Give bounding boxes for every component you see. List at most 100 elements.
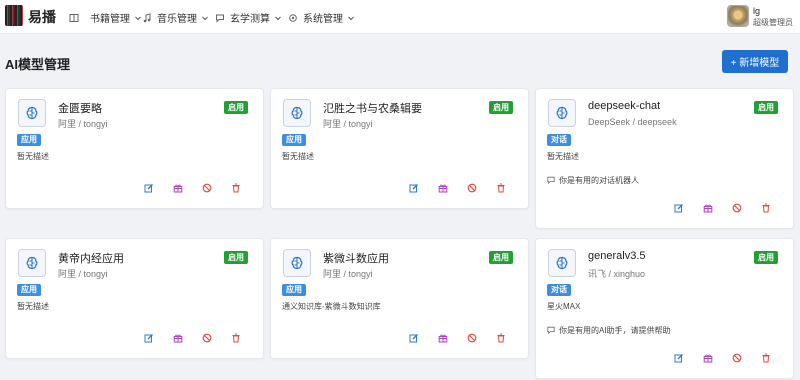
model-icon: [548, 99, 576, 127]
disable-icon[interactable]: [202, 183, 212, 193]
status-badge: 启用: [489, 251, 513, 264]
nav-metaphysics-label: 玄学测算: [230, 14, 270, 25]
type-badge: 应用: [17, 284, 41, 296]
model-description: 暂无描述: [547, 152, 579, 161]
chevron-down-icon: [348, 16, 354, 20]
model-icon: [18, 249, 46, 277]
model-provider: 讯飞 / xinghuo: [588, 269, 646, 279]
logo[interactable]: [5, 5, 23, 26]
gift-icon[interactable]: [438, 183, 448, 193]
edit-icon[interactable]: [144, 333, 154, 343]
chat-bubble-icon: [547, 326, 555, 336]
model-description: 通义知识库-紫微斗数知识库: [282, 302, 381, 311]
gift-icon[interactable]: [173, 183, 183, 193]
type-badge: 应用: [17, 134, 41, 146]
model-card[interactable]: deepseek-chat DeepSeek / deepseek 启用对话暂无描述…: [535, 88, 794, 229]
model-description: 星火MAX: [547, 302, 581, 311]
nav-system[interactable]: 系统管理: [287, 10, 355, 25]
gift-icon[interactable]: [703, 353, 713, 363]
edit-icon[interactable]: [144, 183, 154, 193]
model-card[interactable]: 氾胜之书与农桑辑要 阿里 / tongyi 启用应用暂无描述: [270, 88, 529, 209]
status-badge: 启用: [754, 101, 778, 114]
model-provider: 阿里 / tongyi: [58, 119, 108, 129]
type-badge: 对话: [547, 284, 571, 296]
model-provider: 阿里 / tongyi: [58, 269, 108, 279]
disable-icon[interactable]: [467, 333, 477, 343]
nav-music-label: 音乐管理: [157, 14, 197, 25]
gift-icon[interactable]: [438, 333, 448, 343]
trash-icon[interactable]: [231, 183, 241, 193]
gear-icon: [287, 12, 299, 24]
model-icon: [18, 99, 46, 127]
status-badge: 启用: [224, 251, 248, 264]
disable-icon[interactable]: [202, 333, 212, 343]
nav-metaphysics[interactable]: 玄学测算: [214, 10, 282, 25]
model-icon: [548, 249, 576, 277]
model-provider: 阿里 / tongyi: [323, 269, 373, 279]
type-badge: 应用: [282, 284, 306, 296]
system-prompt-text: 你是有用的对话机器人: [559, 176, 639, 185]
trash-icon[interactable]: [761, 203, 771, 213]
chevron-down-icon: [275, 16, 281, 20]
model-title: 金匮要略: [58, 103, 102, 115]
edit-icon[interactable]: [674, 353, 684, 363]
disable-icon[interactable]: [732, 353, 742, 363]
user-role: 超级管理员: [753, 18, 793, 27]
chat-bubble-icon: [547, 176, 555, 186]
model-description: 暂无描述: [17, 152, 49, 161]
model-title: 紫微斗数应用: [323, 253, 389, 265]
card-actions: [674, 203, 784, 215]
model-icon: [283, 249, 311, 277]
disable-icon[interactable]: [467, 183, 477, 193]
music-icon: [141, 12, 153, 24]
model-title: 黄帝内经应用: [58, 253, 124, 265]
card-actions: [144, 183, 254, 195]
add-model-button[interactable]: + 新增模型: [722, 50, 788, 73]
trash-icon[interactable]: [231, 333, 241, 343]
user-menu[interactable]: lg 超级管理员: [727, 5, 797, 29]
edit-icon[interactable]: [674, 203, 684, 213]
card-actions: [409, 333, 519, 345]
system-prompt: 你是有用的AI助手，请提供帮助: [547, 325, 671, 336]
system-prompt: 你是有用的对话机器人: [547, 175, 639, 186]
model-card[interactable]: 黄帝内经应用 阿里 / tongyi 启用应用暂无描述: [5, 238, 264, 359]
top-navbar: 易播 书籍管理 音乐管理 玄学测算 系统管理 lg 超级管理员: [0, 0, 800, 34]
nav-books-label: 书籍管理: [90, 14, 130, 25]
type-badge: 对话: [547, 134, 571, 146]
model-title: 氾胜之书与农桑辑要: [323, 103, 422, 115]
chat-icon: [214, 12, 226, 24]
chevron-down-icon: [202, 16, 208, 20]
nav-books[interactable]: 书籍管理: [68, 10, 142, 25]
card-actions: [144, 333, 254, 345]
model-title: deepseek-chat: [588, 100, 661, 112]
disable-icon[interactable]: [732, 203, 742, 213]
user-name: lg: [753, 6, 761, 16]
page-title: AI模型管理: [5, 57, 71, 72]
model-card[interactable]: generalv3.5 讯飞 / xinghuo 启用对话星火MAX 你是有用的AI助…: [535, 238, 794, 379]
nav-music[interactable]: 音乐管理: [141, 10, 209, 25]
model-card[interactable]: 金匮要略阿里 / tongyi 启用应用暂无描述: [5, 88, 264, 209]
status-badge: 启用: [224, 101, 248, 114]
model-title: generalv3.5: [588, 250, 646, 262]
book-icon: [68, 12, 80, 24]
type-badge: 应用: [282, 134, 306, 146]
model-icon: [283, 99, 311, 127]
trash-icon[interactable]: [496, 183, 506, 193]
edit-icon[interactable]: [409, 183, 419, 193]
model-card[interactable]: 紫微斗数应用 阿里 / tongyi 启用应用通义知识库-紫微斗数知识库: [270, 238, 529, 359]
model-description: 暂无描述: [282, 152, 314, 161]
brand-name: 易播: [28, 9, 56, 25]
gift-icon[interactable]: [703, 203, 713, 213]
model-description: 暂无描述: [17, 302, 49, 311]
system-prompt-text: 你是有用的AI助手，请提供帮助: [559, 326, 671, 335]
edit-icon[interactable]: [409, 333, 419, 343]
trash-icon[interactable]: [496, 333, 506, 343]
status-badge: 启用: [754, 251, 778, 264]
status-badge: 启用: [489, 101, 513, 114]
trash-icon[interactable]: [761, 353, 771, 363]
nav-system-label: 系统管理: [303, 14, 343, 25]
card-actions: [409, 183, 519, 195]
gift-icon[interactable]: [173, 333, 183, 343]
model-provider: DeepSeek / deepseek: [588, 117, 677, 127]
model-provider: 阿里 / tongyi: [323, 119, 373, 129]
